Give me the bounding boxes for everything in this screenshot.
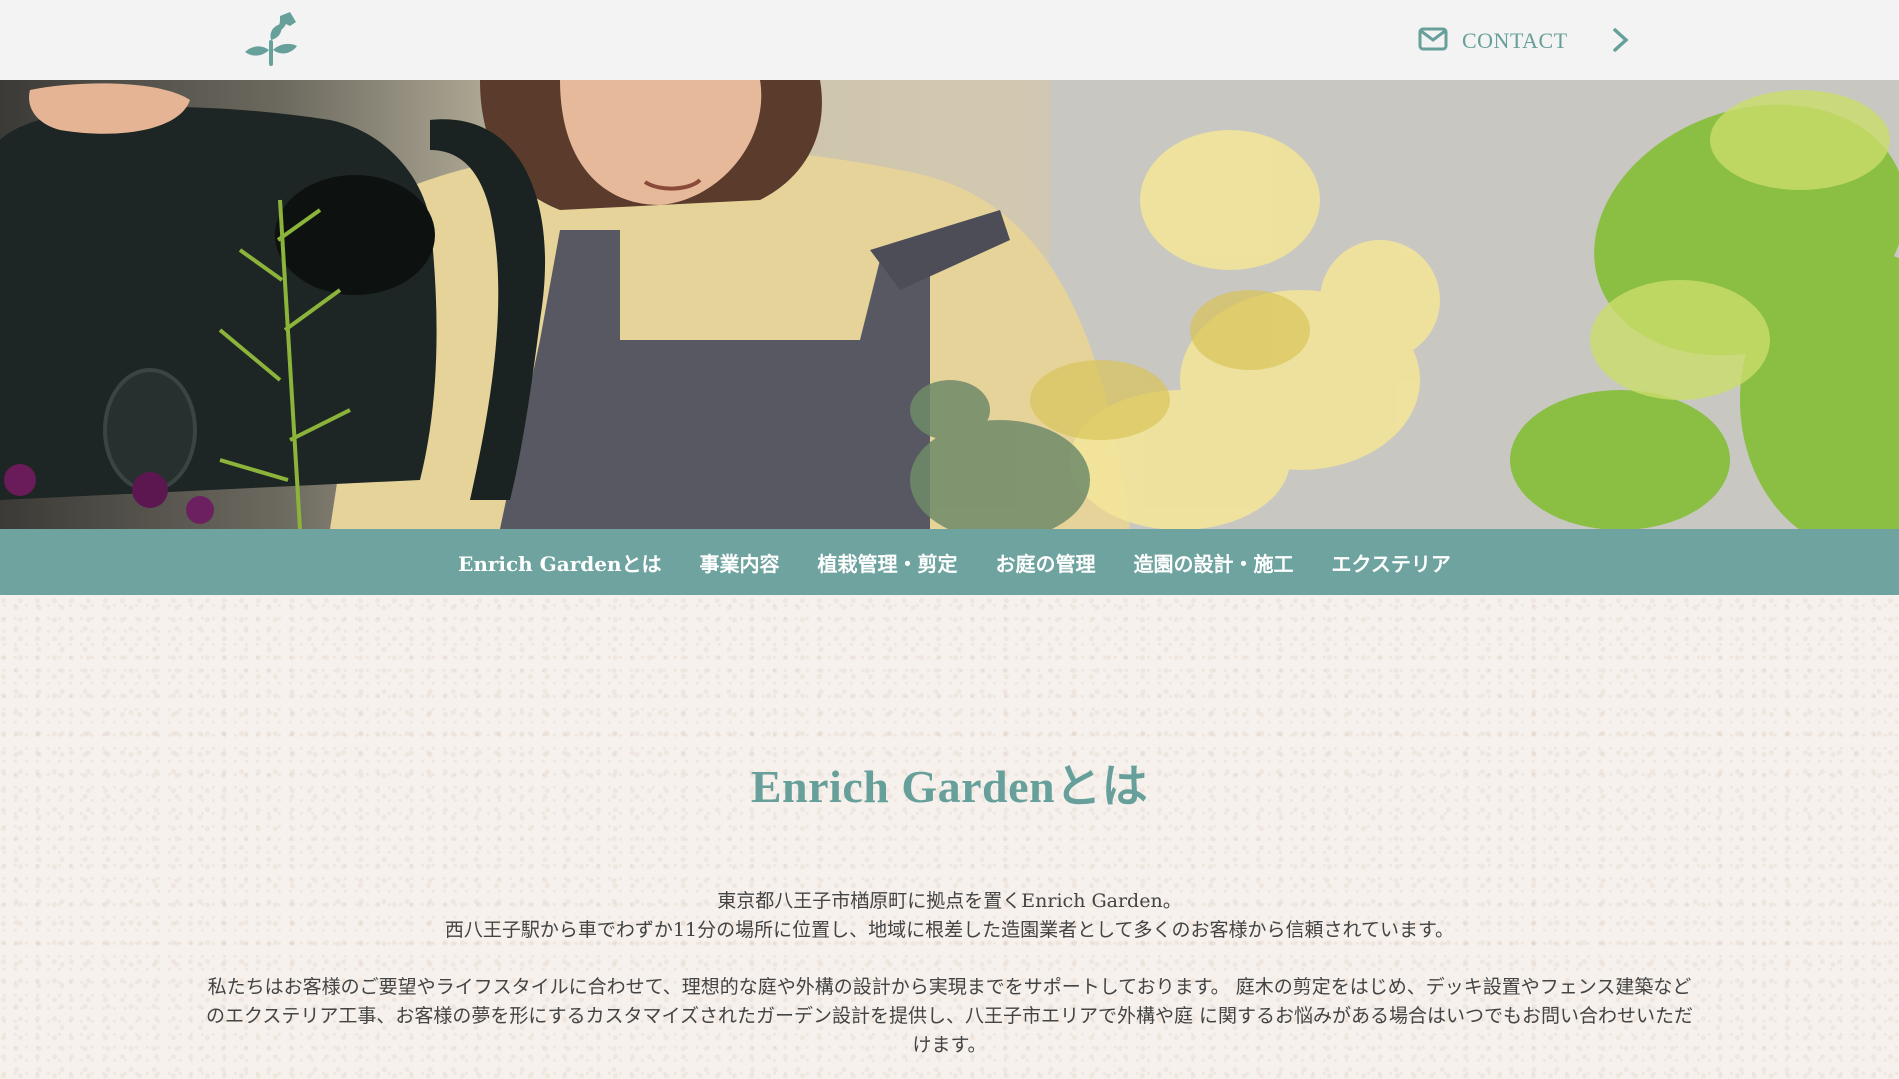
chevron-right-icon[interactable]	[1606, 24, 1636, 56]
nav-item-landscape-design[interactable]: 造園の設計・施工	[1134, 548, 1294, 577]
mail-icon	[1418, 27, 1448, 55]
logo-icon[interactable]	[240, 10, 302, 70]
nav-item-garden-care[interactable]: お庭の管理	[996, 548, 1096, 577]
nav-item-pruning[interactable]: 植栽管理・剪定	[818, 548, 958, 577]
contact-link[interactable]: CONTACT	[1418, 24, 1568, 58]
main-nav: Enrich Gardenとは 事業内容 植栽管理・剪定 お庭の管理 造園の設計…	[0, 529, 1899, 595]
section-title: Enrich Gardenとは	[750, 761, 1149, 812]
hero-image	[0, 80, 1899, 529]
about-paragraph-2: 私たちはお客様のご要望やライフスタイルに合わせて、理想的な庭や外構の設計から実現…	[205, 976, 1694, 1056]
about-paragraph-1-line-1: 東京都八王子市楢原町に拠点を置くEnrich Garden。	[717, 890, 1182, 912]
nav-item-about[interactable]: Enrich Gardenとは	[458, 548, 661, 577]
nav-item-services[interactable]: 事業内容	[700, 548, 780, 577]
about-paragraph-1: 東京都八王子市楢原町に拠点を置くEnrich Garden。 西八王子駅から車で…	[0, 887, 1899, 945]
nav-item-exterior[interactable]: エクステリア	[1332, 548, 1451, 577]
about-paragraph-1-line-2: 西八王子駅から車でわずか11分の場所に位置し、地域に根差した造園業者として多くの…	[444, 919, 1455, 941]
contact-label: CONTACT	[1462, 28, 1568, 53]
site-header: CONTACT	[0, 0, 1899, 80]
